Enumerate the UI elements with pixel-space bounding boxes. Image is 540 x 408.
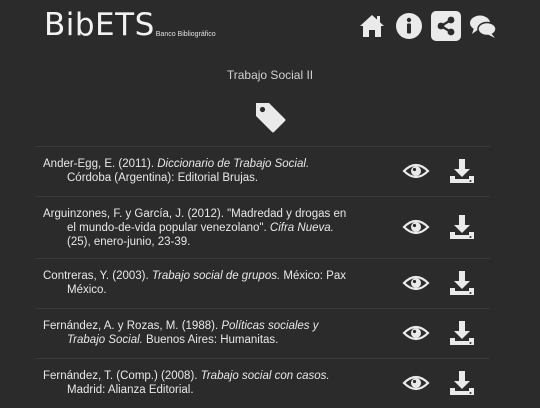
list-item: Fernández, T. (Comp.) (2008). Trabajo so… bbox=[35, 358, 490, 408]
tag-icon bbox=[256, 103, 286, 133]
download-icon bbox=[450, 215, 474, 239]
eye-icon bbox=[402, 163, 430, 179]
logo[interactable]: BibETS Banco Bibliográfico bbox=[44, 8, 216, 42]
app-header: BibETS Banco Bibliográfico bbox=[0, 0, 540, 50]
view-button[interactable] bbox=[402, 369, 430, 397]
reference-text: Fernández, T. (Comp.) (2008). Trabajo so… bbox=[43, 369, 361, 397]
ref-text: (25), enero-junio, 23-39. bbox=[67, 236, 191, 248]
ref-title: Trabajo Social. bbox=[67, 334, 143, 346]
list-item: Arguinzones, F. y García, J. (2012). "Ma… bbox=[35, 196, 490, 258]
download-icon bbox=[450, 159, 474, 183]
view-button[interactable] bbox=[402, 319, 430, 347]
chat-button[interactable] bbox=[468, 11, 498, 41]
ref-text: Contreras, Y. (2003). bbox=[43, 270, 152, 282]
ref-title: Cifra Nueva. bbox=[269, 222, 334, 234]
logo-subtitle: Banco Bibliográfico bbox=[155, 31, 216, 38]
download-icon bbox=[450, 321, 474, 345]
top-nav bbox=[357, 11, 498, 41]
view-button[interactable] bbox=[402, 157, 430, 185]
download-button[interactable] bbox=[448, 213, 476, 241]
share-icon bbox=[437, 16, 455, 36]
eye-icon bbox=[402, 375, 430, 391]
section-title: Trabajo Social II bbox=[226, 68, 314, 82]
eye-icon bbox=[402, 275, 430, 291]
ref-text: el mundo-de-vida popular venezolano". bbox=[67, 222, 270, 234]
logo-title: BibETS bbox=[44, 7, 155, 43]
list-item: Contreras, Y. (2003). Trabajo social de … bbox=[35, 258, 490, 308]
reference-text: Ander-Egg, E. (2011). Diccionario de Tra… bbox=[43, 157, 361, 185]
ref-text: Córdoba (Argentina): Editorial Brujas. bbox=[67, 172, 259, 184]
eye-icon bbox=[402, 219, 430, 235]
ref-title: Políticas sociales y bbox=[221, 320, 319, 332]
home-button[interactable] bbox=[357, 11, 387, 41]
share-button[interactable] bbox=[431, 11, 461, 41]
ref-title: Trabajo social con casos. bbox=[200, 370, 330, 382]
ref-text: Fernández, T. (Comp.) (2008). bbox=[43, 370, 201, 382]
download-button[interactable] bbox=[448, 319, 476, 347]
reference-text: Arguinzones, F. y García, J. (2012). "Ma… bbox=[43, 207, 361, 249]
reference-list: Ander-Egg, E. (2011). Diccionario de Tra… bbox=[35, 146, 490, 408]
download-button[interactable] bbox=[448, 157, 476, 185]
view-button[interactable] bbox=[402, 269, 430, 297]
list-item: Ander-Egg, E. (2011). Diccionario de Tra… bbox=[35, 146, 490, 196]
reference-text: Contreras, Y. (2003). Trabajo social de … bbox=[43, 269, 361, 297]
ref-title: Trabajo social de grupos. bbox=[151, 270, 281, 282]
view-button[interactable] bbox=[402, 213, 430, 241]
home-icon bbox=[360, 15, 384, 37]
download-button[interactable] bbox=[448, 369, 476, 397]
info-button[interactable] bbox=[394, 11, 424, 41]
ref-text: México: Pax bbox=[280, 270, 346, 282]
reference-text: Fernández, A. y Rozas, M. (1988). Políti… bbox=[43, 319, 361, 347]
download-icon bbox=[450, 271, 474, 295]
ref-title: Diccionario de Trabajo Social. bbox=[157, 158, 310, 170]
download-button[interactable] bbox=[448, 269, 476, 297]
list-item: Fernández, A. y Rozas, M. (1988). Políti… bbox=[35, 308, 490, 358]
eye-icon bbox=[402, 325, 430, 341]
ref-text: Arguinzones, F. y García, J. (2012). "Ma… bbox=[43, 208, 347, 220]
ref-text: Madrid: Alianza Editorial. bbox=[67, 384, 194, 396]
ref-text: México. bbox=[67, 284, 107, 296]
ref-text: Ander-Egg, E. (2011). bbox=[43, 158, 158, 170]
ref-text: Buenos Aires: Humanitas. bbox=[142, 334, 279, 346]
chat-icon bbox=[470, 15, 497, 38]
download-icon bbox=[450, 371, 474, 395]
info-icon bbox=[396, 13, 422, 39]
ref-text: Fernández, A. y Rozas, M. (1988). bbox=[43, 320, 222, 332]
